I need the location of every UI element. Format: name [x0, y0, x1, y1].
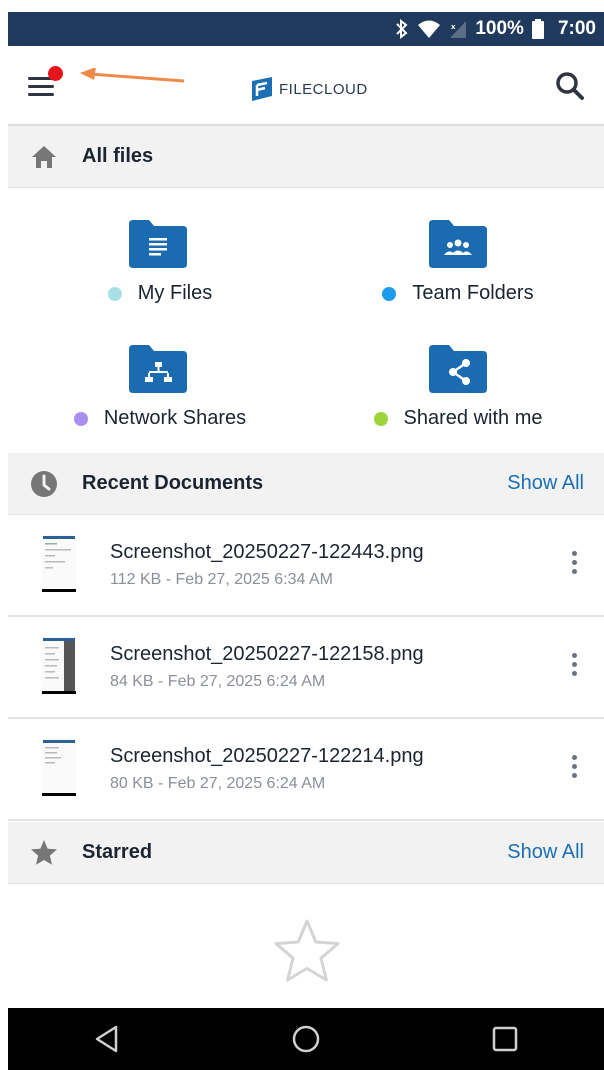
- more-vert-icon: [571, 671, 577, 676]
- app-screen: x 100% 7:00 FILECLOUD All files My Files…: [8, 12, 604, 1070]
- folder-label: My Files: [137, 282, 213, 304]
- search-button[interactable]: [554, 70, 586, 102]
- more-vert-icon: [571, 773, 577, 778]
- filecloud-logo: FILECLOUD: [251, 76, 368, 102]
- nav-home-button[interactable]: [286, 1019, 326, 1059]
- more-options-button[interactable]: [564, 755, 584, 785]
- star-outline-icon: [274, 919, 340, 982]
- logo-text: FILECLOUD: [279, 80, 368, 98]
- battery-percent: 100%: [475, 18, 524, 39]
- folder-document-icon: [129, 220, 187, 268]
- folder-team-folders[interactable]: Team Folders: [328, 220, 588, 330]
- recents-square-icon: [492, 1026, 517, 1052]
- recent-documents-header: Recent Documents Show All: [8, 453, 604, 515]
- folder-label: Team Folders: [412, 282, 534, 304]
- bluetooth-icon: [395, 19, 409, 39]
- logo-icon: [252, 77, 272, 101]
- back-icon: [96, 1025, 118, 1053]
- folder-label: Shared with me: [403, 407, 543, 429]
- star-icon: [31, 840, 57, 865]
- image-thumbnail-icon: [42, 637, 76, 694]
- signal-icon: x: [449, 19, 467, 39]
- recent-document-row[interactable]: Screenshot_20250227-122158.png 84 KB - F…: [8, 617, 604, 719]
- android-navigation-bar: [8, 1008, 604, 1070]
- folder-color-dot: [73, 411, 88, 426]
- folder-color-dot: [373, 411, 388, 426]
- folder-color-dot: [107, 286, 122, 301]
- battery-icon: [531, 19, 544, 39]
- more-options-button[interactable]: [564, 551, 584, 581]
- folder-share-icon: [429, 345, 487, 393]
- document-meta: 112 KB - Feb 27, 2025 6:34 AM: [110, 571, 333, 588]
- annotation-arrow-icon: [80, 68, 185, 83]
- image-thumbnail-icon: [42, 535, 76, 592]
- starred-header: Starred Show All: [8, 822, 604, 884]
- wifi-icon: [417, 19, 441, 39]
- image-thumbnail-icon: [42, 739, 76, 796]
- document-name: Screenshot_20250227-122443.png: [110, 541, 424, 563]
- nav-recents-button[interactable]: [485, 1019, 525, 1059]
- svg-text:x: x: [451, 23, 456, 31]
- clock-time: 7:00: [557, 18, 596, 39]
- recent-document-row[interactable]: Screenshot_20250227-122443.png 112 KB - …: [8, 515, 604, 617]
- search-icon: [556, 72, 584, 100]
- folder-team-icon: [429, 220, 487, 268]
- nav-back-button[interactable]: [87, 1019, 127, 1059]
- recent-documents-title: Recent Documents: [82, 472, 264, 494]
- folder-color-dot: [382, 286, 397, 301]
- clock-icon: [31, 471, 57, 497]
- home-icon: [32, 146, 56, 168]
- folder-label: Network Shares: [103, 407, 247, 429]
- folder-network-icon: [129, 345, 187, 393]
- starred-title: Starred: [82, 841, 153, 863]
- folder-shared-with-me[interactable]: Shared with me: [328, 345, 588, 455]
- more-vert-icon: [571, 569, 577, 574]
- document-meta: 80 KB - Feb 27, 2025 6:24 AM: [110, 775, 326, 792]
- recent-document-row[interactable]: Screenshot_20250227-122214.png 80 KB - F…: [8, 719, 604, 821]
- folder-network-shares[interactable]: Network Shares: [30, 345, 290, 455]
- recent-show-all-link[interactable]: Show All: [507, 472, 584, 495]
- starred-show-all-link[interactable]: Show All: [507, 841, 584, 864]
- notification-dot: [48, 66, 63, 81]
- more-options-button[interactable]: [564, 653, 584, 683]
- folder-my-files[interactable]: My Files: [30, 220, 290, 330]
- document-meta: 84 KB - Feb 27, 2025 6:24 AM: [110, 673, 326, 690]
- home-circle-icon: [292, 1025, 320, 1053]
- status-bar: x 100% 7:00: [8, 12, 604, 46]
- document-name: Screenshot_20250227-122214.png: [110, 745, 424, 767]
- all-files-title: All files: [82, 145, 154, 167]
- all-files-header[interactable]: All files: [8, 126, 604, 188]
- app-bar: FILECLOUD: [8, 46, 604, 126]
- document-name: Screenshot_20250227-122158.png: [110, 643, 424, 665]
